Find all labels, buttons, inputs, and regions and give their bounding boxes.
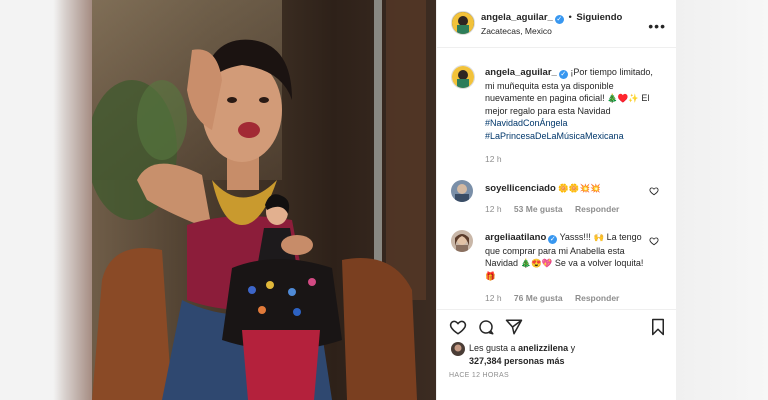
avatar-image [452, 12, 474, 34]
comment-avatar-image [451, 180, 473, 202]
actions-divider [437, 309, 677, 310]
bookmark-icon[interactable] [649, 318, 667, 336]
share-icon[interactable] [505, 318, 523, 336]
comment-time[interactable]: 12 h [485, 204, 502, 214]
caption-avatar[interactable] [451, 65, 475, 89]
caption-text: angela_aguilar_ ✓ ¡Por tiempo limitado, m… [485, 66, 655, 142]
reply-button[interactable]: Responder [575, 204, 619, 214]
header-username[interactable]: angela_aguilar_ [481, 12, 553, 23]
comment-text: argeliaatilano ✓ Yasss!!! 🙌 La tengo que … [485, 231, 645, 282]
comment-text: soyellicenciado 🌼🌼💥💥 [485, 182, 645, 196]
comment-emoji-1: 🙌 [593, 232, 605, 242]
comment-emojis: 🌼🌼💥💥 [558, 183, 601, 193]
likes-summary: Les gusta a anelizzilena y 327,384 perso… [469, 342, 669, 368]
liker-avatar[interactable] [451, 342, 465, 356]
header-separator: • [568, 12, 572, 23]
verified-badge-icon: ✓ [548, 235, 558, 244]
likes-count[interactable]: 327,384 personas más [469, 356, 565, 366]
comment-meta: 12 h 76 Me gusta Responder [485, 293, 619, 303]
comment-username[interactable]: soyellicenciado [485, 183, 556, 194]
caption-time[interactable]: 12 h [485, 154, 502, 164]
liker-username[interactable]: anelizzilena [518, 343, 568, 353]
hashtag-link-1[interactable]: #NavidadConÁngela [485, 118, 568, 128]
comment-emoji-2: 🎄😍💖 [520, 258, 553, 268]
post-image[interactable] [92, 0, 436, 400]
comment-time[interactable]: 12 h [485, 293, 502, 303]
liker-avatar-image [451, 342, 465, 356]
heart-icon[interactable] [649, 186, 659, 196]
header-title-line: angela_aguilar_ ✓ • Siguiendo [481, 12, 622, 24]
comment-likes[interactable]: 53 Me gusta [514, 204, 563, 214]
reply-button[interactable]: Responder [575, 293, 619, 303]
likes-prefix: Les gusta a [469, 343, 516, 353]
comment-avatar-image [451, 230, 473, 252]
comment-body-1: Yasss!!! [559, 232, 591, 242]
hashtag-link-2[interactable]: #LaPrincesaDeLaMúsicaMexicana [485, 131, 624, 141]
caption-avatar-image [452, 66, 474, 88]
header-divider [437, 47, 677, 48]
heart-icon[interactable] [449, 318, 467, 336]
caption-emojis: 🎄♥️✨ [607, 93, 639, 103]
follow-button[interactable]: Siguiendo [576, 12, 622, 23]
verified-badge-icon: ✓ [558, 70, 568, 79]
avatar[interactable] [451, 11, 475, 35]
left-background [0, 0, 92, 400]
comment-icon[interactable] [477, 318, 495, 336]
post-timestamp[interactable]: HACE 12 HORAS [449, 372, 509, 379]
heart-icon[interactable] [649, 236, 659, 246]
verified-badge-icon: ✓ [554, 15, 564, 24]
right-background [676, 0, 768, 400]
likes-conj: y [570, 343, 576, 353]
comment-avatar[interactable] [451, 230, 473, 252]
caption-username[interactable]: angela_aguilar_ [485, 67, 557, 78]
comment-emoji-3: 🎁 [485, 270, 496, 281]
post-photo-illustration [92, 0, 436, 400]
comment-username[interactable]: argeliaatilano [485, 232, 546, 243]
more-dots-icon[interactable]: ••• [648, 18, 666, 34]
comment-meta: 12 h 53 Me gusta Responder [485, 204, 619, 214]
comment-body-3: Se va a volver loquita! [554, 258, 644, 268]
location-link[interactable]: Zacatecas, Mexico [481, 26, 552, 36]
comment-avatar[interactable] [451, 180, 473, 202]
comment-likes[interactable]: 76 Me gusta [514, 293, 563, 303]
post-header: angela_aguilar_ ✓ • Siguiendo Zacatecas, … [437, 0, 677, 46]
post-side-panel: angela_aguilar_ ✓ • Siguiendo Zacatecas, … [436, 0, 677, 400]
